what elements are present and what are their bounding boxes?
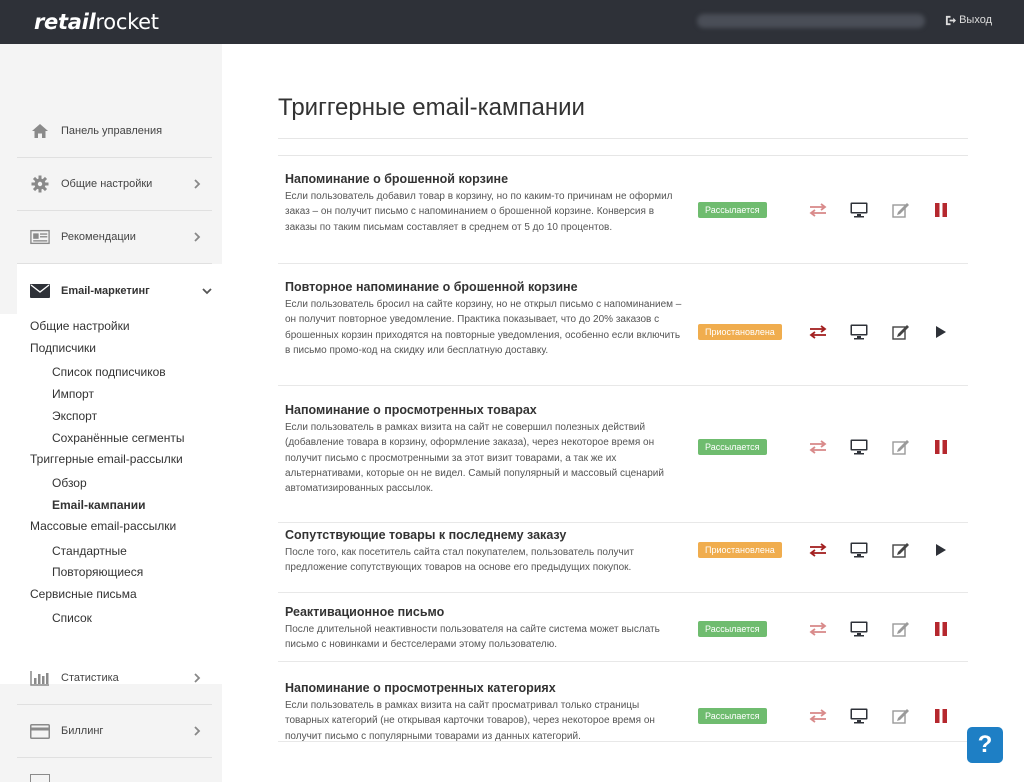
pause-icon[interactable] bbox=[930, 201, 952, 219]
submenu-trigger-mailings[interactable]: Триггерные email-рассылки bbox=[30, 452, 183, 466]
sidebar: Панель управления Общие настройки Рекоме… bbox=[0, 44, 222, 782]
campaign-name[interactable]: Сопутствующие товары к последнему заказу bbox=[285, 528, 566, 542]
sidebar-item-label: Email-маркетинг bbox=[61, 284, 150, 297]
campaign-row: Напоминание о брошенной корзине Если пол… bbox=[278, 156, 968, 264]
submenu-subscribers[interactable]: Подписчики bbox=[30, 341, 96, 355]
sidebar-item-statistics[interactable]: Статистика bbox=[17, 652, 212, 705]
submenu-general-settings[interactable]: Общие настройки bbox=[30, 319, 130, 333]
status-badge: Приостановлена bbox=[698, 324, 782, 340]
logout-label: Выход bbox=[959, 14, 992, 26]
submenu-email-campaigns[interactable]: Email-кампании bbox=[52, 498, 146, 512]
campaign-description: После того, как посетитель сайта стал по… bbox=[285, 547, 634, 574]
submenu-standard[interactable]: Стандартные bbox=[52, 544, 127, 558]
settings-transfer-icon[interactable] bbox=[807, 438, 829, 456]
sidebar-item-label: Биллинг bbox=[61, 725, 104, 737]
preview-monitor-icon[interactable] bbox=[848, 707, 870, 725]
edit-icon[interactable] bbox=[890, 323, 912, 341]
help-button[interactable]: ? bbox=[967, 727, 1003, 763]
settings-transfer-icon[interactable] bbox=[807, 541, 829, 559]
edit-icon[interactable] bbox=[890, 707, 912, 725]
play-icon[interactable] bbox=[930, 323, 952, 341]
top-bar: retailrocket Выход bbox=[0, 0, 1024, 44]
sidebar-item-email-marketing[interactable]: Email-маркетинг bbox=[17, 264, 222, 317]
divider bbox=[278, 138, 968, 139]
submenu-saved-segments[interactable]: Сохранённые сегменты bbox=[52, 431, 184, 445]
campaign-description: После длительной неактивности пользовате… bbox=[285, 624, 660, 651]
partial-sidebar-icon bbox=[30, 774, 50, 782]
credit-card-icon bbox=[30, 722, 50, 740]
edit-icon[interactable] bbox=[890, 438, 912, 456]
campaign-name[interactable]: Реактивационное письмо bbox=[285, 605, 444, 619]
recommendations-icon bbox=[30, 228, 50, 246]
pause-icon[interactable] bbox=[930, 620, 952, 638]
campaign-row: Сопутствующие товары к последнему заказу… bbox=[278, 523, 968, 593]
submenu-overview[interactable]: Обзор bbox=[52, 476, 87, 490]
settings-transfer-icon[interactable] bbox=[807, 707, 829, 725]
preview-monitor-icon[interactable] bbox=[848, 541, 870, 559]
status-badge: Рассылается bbox=[698, 621, 767, 637]
chevron-right-icon bbox=[194, 232, 201, 242]
chevron-right-icon bbox=[194, 726, 201, 736]
sidebar-item-dashboard[interactable]: Панель управления bbox=[17, 105, 212, 158]
email-marketing-submenu: Общие настройки Подписчики Список подпис… bbox=[0, 314, 222, 684]
campaign-description: Если пользователь добавил товар в корзин… bbox=[285, 191, 673, 233]
campaign-row: Напоминание о просмотренных товарах Если… bbox=[278, 386, 968, 523]
user-email-blurred bbox=[697, 14, 925, 28]
campaign-row: Реактивационное письмо После длительной … bbox=[278, 593, 968, 662]
sidebar-item-label: Общие настройки bbox=[61, 178, 153, 190]
envelope-icon bbox=[30, 282, 50, 300]
settings-transfer-icon[interactable] bbox=[807, 620, 829, 638]
submenu-list[interactable]: Список bbox=[52, 611, 92, 625]
status-badge: Рассылается bbox=[698, 202, 767, 218]
preview-monitor-icon[interactable] bbox=[848, 201, 870, 219]
play-icon[interactable] bbox=[930, 541, 952, 559]
campaign-description: Если пользователь в рамках визита на сай… bbox=[285, 700, 655, 742]
campaign-name[interactable]: Повторное напоминание о брошенной корзин… bbox=[285, 280, 578, 294]
submenu-service-letters[interactable]: Сервисные письма bbox=[30, 587, 137, 601]
chevron-down-icon bbox=[202, 287, 212, 294]
home-icon bbox=[30, 122, 50, 140]
campaign-row: Напоминание о просмотренных категориях Е… bbox=[278, 662, 968, 742]
preview-monitor-icon[interactable] bbox=[848, 323, 870, 341]
chevron-right-icon bbox=[194, 673, 201, 683]
page-title: Триггерные email-кампании bbox=[278, 94, 585, 121]
campaign-name[interactable]: Напоминание о брошенной корзине bbox=[285, 172, 508, 186]
sidebar-item-label: Статистика bbox=[61, 672, 119, 684]
sidebar-item-label: Панель управления bbox=[61, 125, 163, 137]
edit-icon[interactable] bbox=[890, 541, 912, 559]
settings-transfer-icon[interactable] bbox=[807, 323, 829, 341]
campaign-description: Если пользователь бросил на сайте корзин… bbox=[285, 299, 682, 356]
submenu-mass-mailings[interactable]: Массовые email-рассылки bbox=[30, 519, 176, 533]
sidebar-item-billing[interactable]: Биллинг bbox=[17, 705, 212, 758]
logout-button[interactable]: Выход bbox=[945, 14, 992, 26]
edit-icon[interactable] bbox=[890, 201, 912, 219]
sidebar-item-recommendations[interactable]: Рекомендации bbox=[17, 211, 212, 264]
logo[interactable]: retailrocket bbox=[34, 10, 159, 34]
sidebar-item-label: Рекомендации bbox=[61, 231, 136, 243]
campaign-name[interactable]: Напоминание о просмотренных категориях bbox=[285, 681, 556, 695]
campaign-description: Если пользователь в рамках визита на сай… bbox=[285, 422, 664, 495]
gear-icon bbox=[30, 175, 50, 193]
pause-icon[interactable] bbox=[930, 438, 952, 456]
submenu-import[interactable]: Импорт bbox=[52, 387, 94, 401]
sidebar-item-general-settings[interactable]: Общие настройки bbox=[17, 158, 212, 211]
status-badge: Приостановлена bbox=[698, 542, 782, 558]
logout-icon bbox=[945, 15, 957, 25]
submenu-recurring[interactable]: Повторяющиеся bbox=[52, 565, 143, 579]
pause-icon[interactable] bbox=[930, 707, 952, 725]
campaign-row: Повторное напоминание о брошенной корзин… bbox=[278, 264, 968, 386]
preview-monitor-icon[interactable] bbox=[848, 438, 870, 456]
submenu-export[interactable]: Экспорт bbox=[52, 409, 97, 423]
preview-monitor-icon[interactable] bbox=[848, 620, 870, 638]
status-badge: Рассылается bbox=[698, 708, 767, 724]
status-badge: Рассылается bbox=[698, 439, 767, 455]
campaign-name[interactable]: Напоминание о просмотренных товарах bbox=[285, 403, 537, 417]
settings-transfer-icon[interactable] bbox=[807, 201, 829, 219]
edit-icon[interactable] bbox=[890, 620, 912, 638]
chevron-right-icon bbox=[194, 179, 201, 189]
bar-chart-icon bbox=[30, 669, 50, 687]
submenu-subscribers-list[interactable]: Список подписчиков bbox=[52, 365, 166, 379]
